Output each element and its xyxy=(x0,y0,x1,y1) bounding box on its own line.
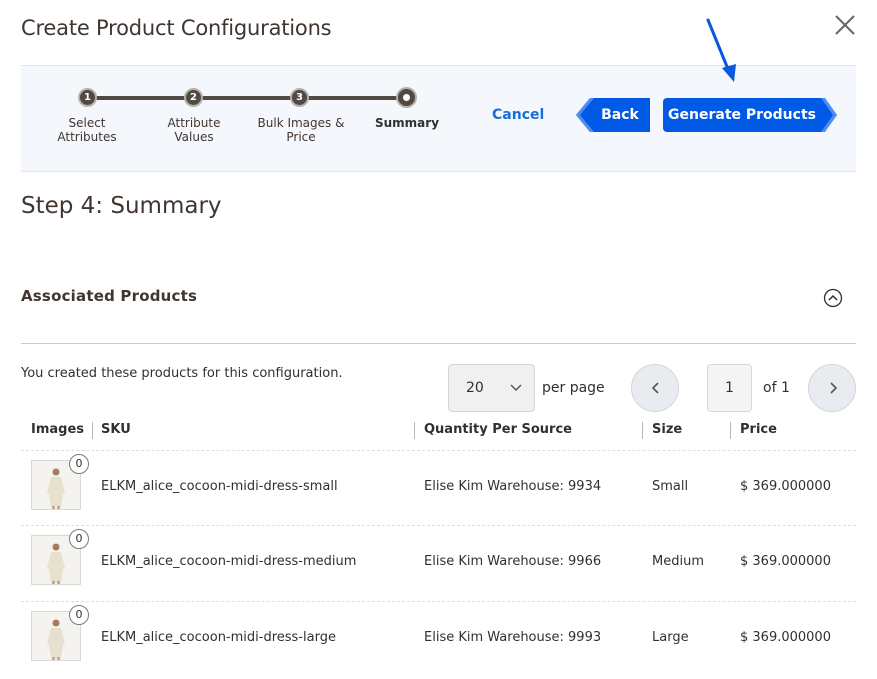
back-button-label: Back xyxy=(601,107,639,123)
modal-title: Create Product Configurations xyxy=(21,16,332,40)
generate-button-label: Generate Products xyxy=(668,107,816,123)
next-page-button[interactable] xyxy=(808,364,856,412)
column-separator xyxy=(642,422,643,439)
close-icon xyxy=(835,15,855,35)
column-header-qty: Quantity Per Source xyxy=(424,422,572,437)
qty-cell: Elise Kim Warehouse: 9934 xyxy=(424,479,602,494)
per-page-label: per page xyxy=(542,380,605,396)
per-page-select[interactable]: 20 xyxy=(448,364,535,412)
image-count-badge: 0 xyxy=(69,605,89,625)
cancel-button[interactable]: Cancel xyxy=(492,107,544,123)
size-cell: Large xyxy=(652,630,689,645)
size-cell: Medium xyxy=(652,554,704,569)
section-title: Associated Products xyxy=(21,287,198,305)
size-cell: Small xyxy=(652,479,689,494)
previous-page-button[interactable] xyxy=(631,364,679,412)
close-button[interactable] xyxy=(832,12,858,38)
collapse-section-button[interactable] xyxy=(823,288,843,308)
step-1-label[interactable]: Select Attributes xyxy=(32,116,142,144)
price-cell: $ 369.000000 xyxy=(740,479,831,494)
column-separator xyxy=(414,422,415,439)
current-page-input[interactable]: 1 xyxy=(707,364,752,412)
price-cell: $ 369.000000 xyxy=(740,630,831,645)
image-count-badge: 0 xyxy=(69,454,89,474)
column-header-images: Images xyxy=(31,422,85,437)
column-header-price: Price xyxy=(740,422,777,437)
column-header-size: Size xyxy=(652,422,683,437)
sku-cell: ELKM_alice_cocoon-midi-dress-medium xyxy=(101,554,357,569)
arrow-down-annotation-icon xyxy=(706,18,736,82)
chevron-down-icon xyxy=(510,384,522,392)
step-4-label-current: Summary xyxy=(374,116,440,130)
sku-cell: ELKM_alice_cocoon-midi-dress-small xyxy=(101,479,338,494)
chevron-up-circle-icon xyxy=(823,288,843,308)
section-intro-text: You created these products for this conf… xyxy=(21,366,343,381)
column-header-sku: SKU xyxy=(101,422,131,437)
step-1-marker: 1 xyxy=(78,88,97,107)
generate-products-button[interactable]: Generate Products xyxy=(663,98,837,132)
table-row: 0 ELKM_alice_cocoon-midi-dress-medium El… xyxy=(21,525,856,601)
total-pages-label: of 1 xyxy=(763,380,790,396)
steps-progress-line xyxy=(88,96,406,100)
column-separator xyxy=(730,422,731,439)
section-divider xyxy=(21,343,856,344)
sku-cell: ELKM_alice_cocoon-midi-dress-large xyxy=(101,630,336,645)
step-3-label[interactable]: Bulk Images & Price xyxy=(246,116,356,144)
step-4-marker-current xyxy=(398,89,415,106)
chevron-right-icon xyxy=(830,382,838,394)
table-row: 0 ELKM_alice_cocoon-midi-dress-large Eli… xyxy=(21,601,856,677)
step-2-label[interactable]: Attribute Values xyxy=(139,116,249,144)
back-button[interactable]: Back xyxy=(576,98,650,132)
step-2-marker: 2 xyxy=(184,88,203,107)
table-row: 0 ELKM_alice_cocoon-midi-dress-small Eli… xyxy=(21,450,856,526)
step-3-marker: 3 xyxy=(290,88,309,107)
image-count-badge: 0 xyxy=(69,529,89,549)
column-separator xyxy=(92,422,93,439)
qty-cell: Elise Kim Warehouse: 9966 xyxy=(424,554,602,569)
chevron-left-icon xyxy=(651,382,659,394)
price-cell: $ 369.000000 xyxy=(740,554,831,569)
per-page-value: 20 xyxy=(466,380,484,396)
qty-cell: Elise Kim Warehouse: 9993 xyxy=(424,630,602,645)
step-heading: Step 4: Summary xyxy=(21,193,222,219)
